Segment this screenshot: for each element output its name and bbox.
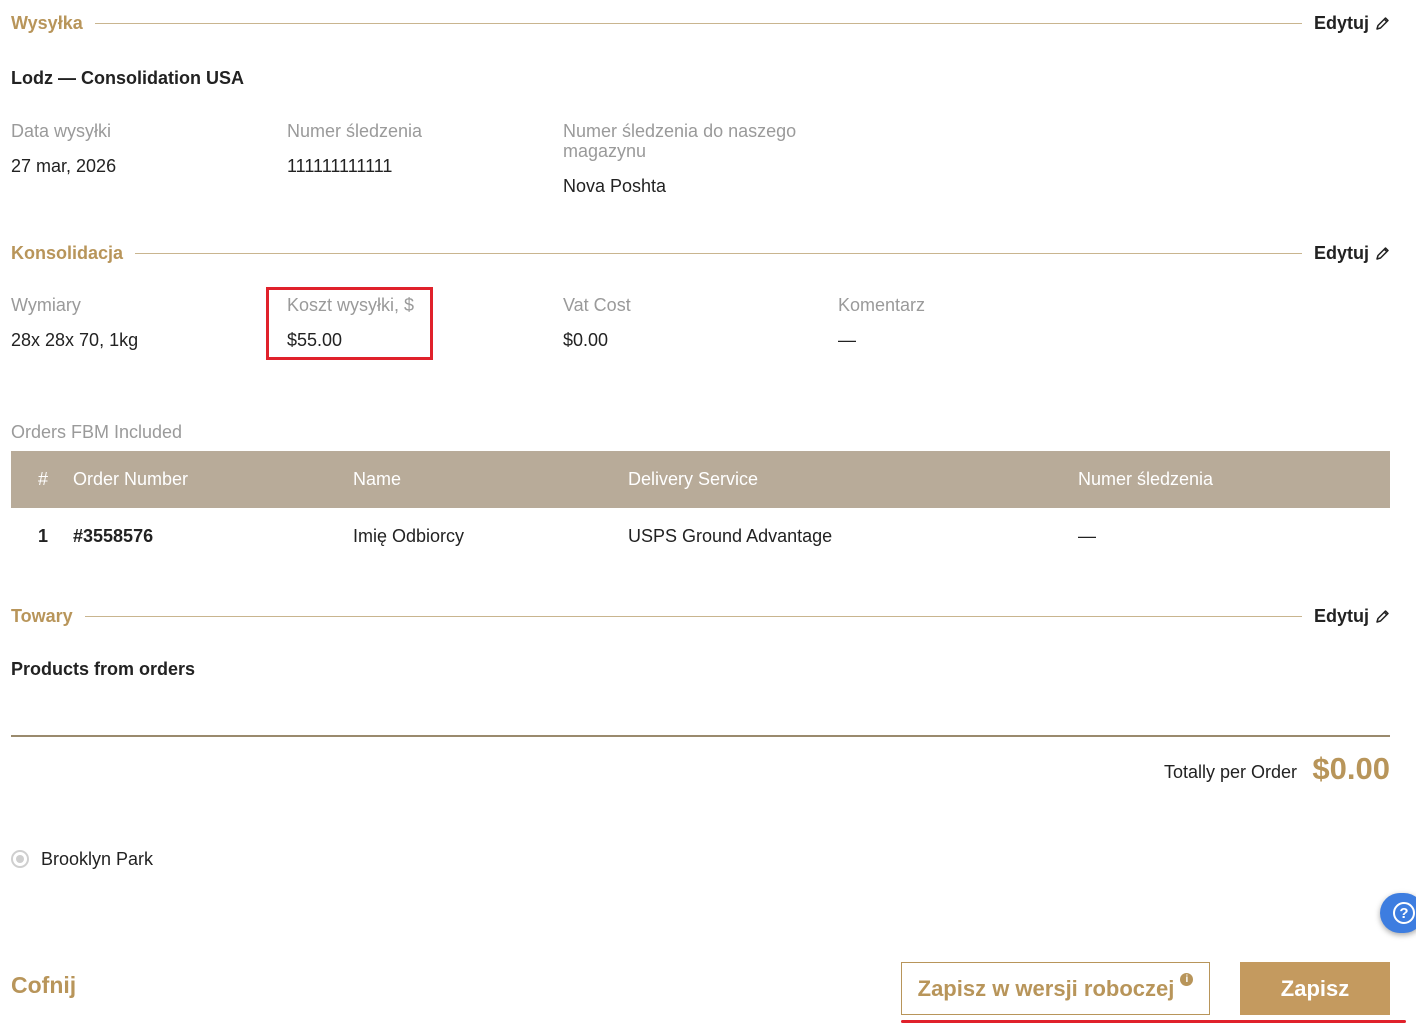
consolidation-section-header: Konsolidacja Edytuj xyxy=(11,241,1390,265)
total-value: $0.00 xyxy=(1312,751,1390,786)
pencil-icon xyxy=(1375,246,1390,261)
shipping-route: Lodz — Consolidation USA xyxy=(11,68,244,88)
consolidation-section-title: Konsolidacja xyxy=(11,242,124,263)
shipping-cost-highlight xyxy=(266,287,433,360)
pencil-icon xyxy=(1375,16,1390,31)
help-button[interactable]: ? xyxy=(1380,893,1416,933)
ship-date-value: 27 mar, 2026 xyxy=(11,156,117,176)
edit-label: Edytuj xyxy=(1313,605,1369,626)
goods-section-header: Towary Edytuj xyxy=(11,604,1390,628)
warehouse-radio[interactable] xyxy=(11,850,29,868)
save-button[interactable]: Zapisz xyxy=(1240,962,1390,1015)
row-order-number[interactable]: #3558576 xyxy=(73,526,153,547)
orders-table-header: # Order Number Name Delivery Service Num… xyxy=(11,451,1390,508)
warehouse-tracking-value: Nova Poshta xyxy=(563,176,667,196)
shipping-section-title: Wysyłka xyxy=(11,12,83,33)
shipping-edit-button[interactable]: Edytuj xyxy=(1314,13,1390,34)
column-header-index: # xyxy=(38,469,49,489)
total-label: Totally per Order xyxy=(1163,762,1297,782)
warehouse-tracking-label: Numer śledzenia do naszego magazynu xyxy=(563,121,797,161)
column-header-name: Name xyxy=(353,469,402,489)
question-icon: ? xyxy=(1393,902,1415,924)
section-divider xyxy=(135,252,1302,254)
ship-date-label: Data wysyłki xyxy=(11,121,112,141)
vat-cost-value: $0.00 xyxy=(563,330,609,350)
goods-section-title: Towary xyxy=(11,605,73,626)
dimensions-label: Wymiary xyxy=(11,295,81,315)
pencil-icon xyxy=(1375,609,1390,624)
tracking-number-value: 111111111111 xyxy=(287,156,393,176)
save-draft-label: Zapisz w wersji roboczej xyxy=(917,975,1175,1001)
row-tracking: — xyxy=(1078,526,1096,546)
info-icon: i xyxy=(1180,973,1194,986)
column-header-order-number: Order Number xyxy=(73,469,189,489)
consolidation-edit-button[interactable]: Edytuj xyxy=(1314,243,1390,264)
column-header-tracking: Numer śledzenia xyxy=(1078,469,1214,489)
products-subtitle: Products from orders xyxy=(11,659,196,679)
orders-included-label: Orders FBM Included xyxy=(11,422,183,442)
tracking-number-label: Numer śledzenia xyxy=(287,121,423,141)
comment-label: Komentarz xyxy=(838,295,926,315)
edit-label: Edytuj xyxy=(1313,12,1369,33)
cancel-button[interactable]: Cofnij xyxy=(11,972,76,999)
totals-divider xyxy=(11,735,1390,737)
save-draft-button[interactable]: Zapisz w wersji roboczej i xyxy=(901,962,1210,1015)
row-name: Imię Odbiorcy xyxy=(353,526,465,546)
warehouse-radio-label[interactable]: Brooklyn Park xyxy=(41,849,153,870)
shipping-section-header: Wysyłka Edytuj xyxy=(11,11,1390,35)
draft-button-annotation-underline xyxy=(901,1020,1406,1023)
edit-label: Edytuj xyxy=(1313,242,1369,263)
vat-cost-label: Vat Cost xyxy=(563,295,631,315)
row-index: 1 xyxy=(38,526,49,546)
section-divider xyxy=(94,22,1302,24)
section-divider xyxy=(84,615,1302,617)
dimensions-value: 28x 28x 70, 1kg xyxy=(11,330,139,350)
goods-edit-button[interactable]: Edytuj xyxy=(1314,606,1390,627)
comment-value: — xyxy=(838,330,856,350)
row-delivery-service: USPS Ground Advantage xyxy=(628,526,833,546)
column-header-delivery-service: Delivery Service xyxy=(628,469,759,489)
